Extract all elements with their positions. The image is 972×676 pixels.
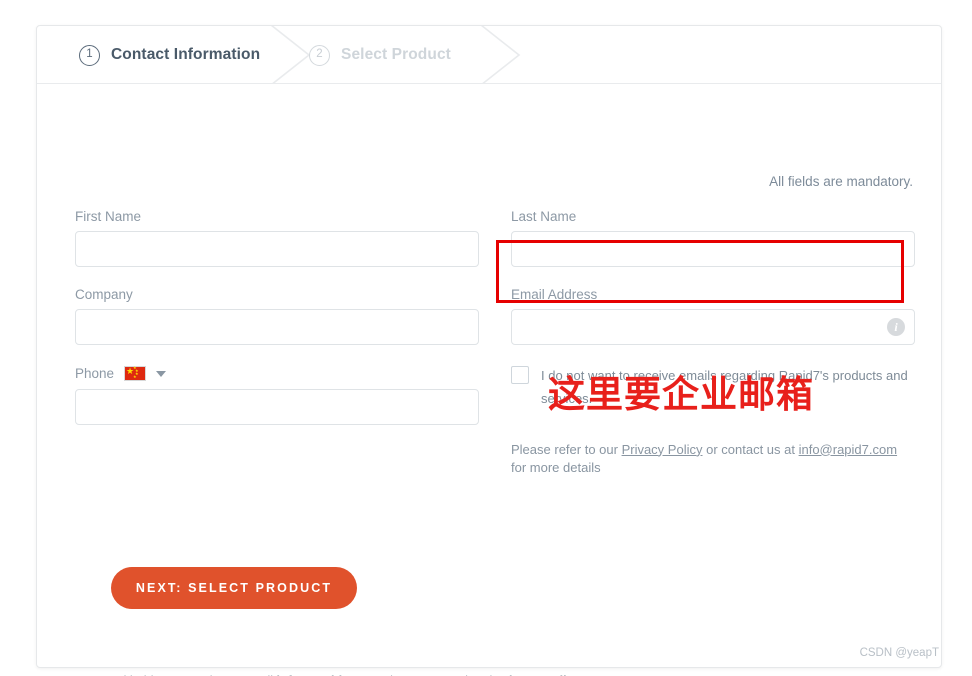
company-input[interactable] xyxy=(75,309,479,345)
phone-label: Phone xyxy=(75,366,115,381)
signup-card: 1 Contact Information 2 Select Product A… xyxy=(36,25,942,676)
next-select-product-button[interactable]: NEXT: SELECT PRODUCT xyxy=(111,567,357,609)
field-company: Company xyxy=(75,287,479,345)
privacy-note-middle: or contact us at xyxy=(702,441,799,457)
phone-label-row: Phone ★ ★ ★ ★ ★ xyxy=(75,365,479,382)
form-column-right: Last Name Email Address i I do not want … xyxy=(511,209,915,477)
step-number-2: 2 xyxy=(309,44,330,66)
last-name-input[interactable] xyxy=(511,231,915,267)
step-label-contact-information: Contact Information xyxy=(111,46,261,63)
field-last-name: Last Name xyxy=(511,209,915,267)
privacy-note: Please refer to our Privacy Policy or co… xyxy=(511,441,911,477)
mandatory-fields-note: All fields are mandatory. xyxy=(769,174,913,189)
first-name-label: First Name xyxy=(75,209,142,224)
field-email-address: Email Address i xyxy=(511,287,915,345)
email-optout-row[interactable]: I do not want to receive emails regardin… xyxy=(511,365,911,411)
phone-input[interactable] xyxy=(75,389,479,425)
privacy-note-after: for more details xyxy=(511,459,601,475)
field-phone: Phone ★ ★ ★ ★ ★ xyxy=(75,365,479,425)
email-input-wrapper: i xyxy=(511,309,915,345)
step-progress-bar: 1 Contact Information 2 Select Product xyxy=(37,26,941,84)
step-chevron-2-icon xyxy=(479,26,521,83)
form-body: All fields are mandatory. First Name Com… xyxy=(37,84,941,676)
info-icon[interactable]: i xyxy=(887,318,905,336)
email-optout-label: I do not want to receive emails regardin… xyxy=(541,368,908,406)
email-address-label: Email Address xyxy=(511,287,598,302)
email-optout-checkbox[interactable] xyxy=(511,366,529,384)
privacy-policy-link[interactable]: Privacy Policy xyxy=(622,442,703,457)
step-label-select-product: Select Product xyxy=(341,46,451,63)
step-chevron-1-icon xyxy=(269,26,311,83)
step-select-product[interactable]: 2 Select Product xyxy=(309,26,451,83)
privacy-note-before: Please refer to our xyxy=(511,441,622,457)
page-root: 1 Contact Information 2 Select Product A… xyxy=(0,0,972,676)
step-contact-information[interactable]: 1 Contact Information xyxy=(79,26,261,83)
email-address-input[interactable] xyxy=(511,309,915,345)
watermark: CSDN @yeapT xyxy=(859,647,939,659)
step-number-1: 1 xyxy=(79,44,100,66)
form-column-left: First Name Company Phone ★ ★ ★ ★ ★ xyxy=(75,209,479,445)
country-chevron-down-icon[interactable] xyxy=(156,370,167,377)
first-name-input[interactable] xyxy=(75,231,479,267)
china-flag-icon[interactable]: ★ ★ ★ ★ ★ xyxy=(124,366,147,381)
company-label: Company xyxy=(75,287,133,302)
contact-email-link[interactable]: info@rapid7.com xyxy=(799,442,897,457)
last-name-label: Last Name xyxy=(511,209,577,224)
field-first-name: First Name xyxy=(75,209,479,267)
